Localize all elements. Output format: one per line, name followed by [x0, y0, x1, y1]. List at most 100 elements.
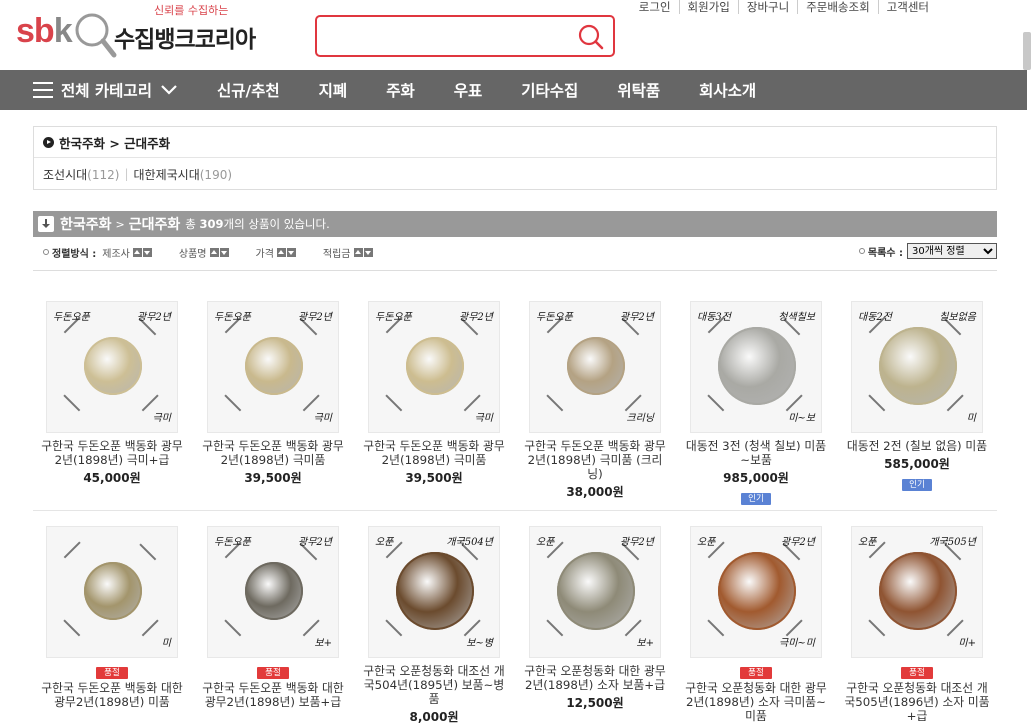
- handwritten-note: 오푼: [375, 537, 394, 548]
- product-image[interactable]: 두돈오푼 광무2년 극미: [368, 301, 500, 433]
- product-name[interactable]: 구한국 오푼청동화 대한 광무2년(1898년) 소자 극미품~미품: [681, 681, 831, 723]
- product-image[interactable]: 두돈오푼 광무2년 보+: [207, 526, 339, 658]
- nav-item-stamp[interactable]: 우표: [454, 79, 483, 101]
- sort-asc-icon[interactable]: [353, 247, 363, 257]
- product-price: 8,000원: [409, 710, 459, 724]
- handwritten-note: 오푼: [697, 537, 716, 548]
- nav-item-coin[interactable]: 주화: [386, 79, 415, 101]
- product-card[interactable]: 두돈오푼 광무2년 보+ 품절구한국 두돈오푼 백동화 대한광무2년(1898년) 보…: [198, 526, 348, 709]
- product-image[interactable]: 대동3전 청색칠보 미~보: [690, 301, 822, 433]
- handwritten-note: 두돈오푼: [53, 312, 90, 323]
- sort-desc-icon[interactable]: [286, 247, 296, 257]
- product-image[interactable]: 오푼 개국505년 미+: [851, 526, 983, 658]
- subcategory-daehan[interactable]: 대한제국시대(190): [134, 166, 233, 183]
- handwritten-note: 광무2년: [620, 537, 654, 548]
- subcategory-joseon[interactable]: 조선시대(112): [43, 166, 119, 183]
- sort-desc-icon[interactable]: [142, 247, 152, 257]
- product-name[interactable]: 구한국 오푼청동화 대한 광무2년(1898년) 소자 보품+급: [520, 664, 670, 692]
- handwritten-note: 광무2년: [620, 312, 654, 323]
- row-divider: [33, 510, 997, 511]
- product-card[interactable]: 오푼 개국504년 보~병구한국 오푼청동화 대조선 개국504년(1895년) 보…: [359, 526, 509, 725]
- product-image[interactable]: 오푼 광무2년 보+: [529, 526, 661, 658]
- handwritten-note: 광무2년: [137, 312, 171, 323]
- coin-image: [396, 552, 474, 630]
- product-card[interactable]: 두돈오푼 광무2년 극미구한국 두돈오푼 백동화 광무2년(1898년) 극미품 39…: [198, 301, 348, 486]
- cart-link[interactable]: 장바구니: [737, 0, 797, 14]
- product-image[interactable]: 두돈오푼 광무2년 극미: [207, 301, 339, 433]
- divider: [33, 270, 997, 271]
- product-name[interactable]: 구한국 두돈오푼 백동화 대한광무2년(1898년) 보품+급: [198, 681, 348, 709]
- subcategory-count: (112): [87, 167, 120, 182]
- product-name[interactable]: 구한국 두돈오푼 백동화 광무2년(1898년) 극미품 (크리닝): [520, 439, 670, 481]
- product-card[interactable]: 오푼 광무2년 극미~미 품절 구한국 오푼청동화 대한 광무2년(1898년) 소자 …: [681, 526, 831, 723]
- product-price: 39,500원: [244, 471, 302, 485]
- product-price: 39,500원: [405, 471, 463, 485]
- bullet-icon: [43, 249, 49, 255]
- product-image[interactable]: 오푼 광무2년 극미~미: [690, 526, 822, 658]
- subcategory-label: 조선시대: [43, 167, 88, 182]
- per-page-select[interactable]: 30개씩 정렬: [907, 243, 997, 259]
- product-image[interactable]: 미: [46, 526, 178, 658]
- holder-line: [946, 394, 964, 412]
- product-card[interactable]: 두돈오푼 광무2년 극미 구한국 두돈오푼 백동화 광무2년(1898년) 극미+급 4…: [37, 301, 187, 486]
- product-image[interactable]: 두돈오푼 광무2년 크리닝: [529, 301, 661, 433]
- handwritten-note: 보~병: [466, 638, 493, 649]
- customer-center-link[interactable]: 고객센터: [877, 0, 1031, 14]
- search-input[interactable]: [325, 23, 575, 49]
- product-name[interactable]: 구한국 두돈오푼 백동화 광무2년(1898년) 극미+급: [37, 439, 187, 467]
- sort-option-label: 적립금: [322, 248, 351, 260]
- nav-item-consignment[interactable]: 위탁품: [617, 79, 660, 101]
- product-name[interactable]: 대동전 2전 (칠보 없음) 미품: [842, 439, 992, 453]
- logo-sbk-s: sb: [16, 12, 55, 50]
- popular-badge: 인기: [902, 479, 932, 491]
- all-category-menu[interactable]: 전체 카테고리: [33, 70, 178, 110]
- order-tracking-link[interactable]: 주문배송조회: [797, 0, 877, 14]
- holder-line: [63, 541, 81, 559]
- product-card[interactable]: 오푼 개국505년 미+ 품절 구한국 오푼청동화 대조선 개국505년(1896년) …: [842, 526, 992, 723]
- product-name[interactable]: 구한국 두돈오푼 백동화 대한광무2년(1898년) 미품: [37, 681, 187, 709]
- sort-asc-icon[interactable]: [209, 247, 219, 257]
- soldout-badge: 품절: [257, 667, 289, 679]
- holder-line: [63, 394, 81, 412]
- site-logo[interactable]: 신뢰를 수집하는 sbk 수집뱅크코리아: [16, 2, 266, 64]
- product-name[interactable]: 구한국 두돈오푼 백동화 광무2년(1898년) 극미품: [198, 439, 348, 467]
- listing-cat2: 근대주화: [128, 217, 181, 233]
- listing-total-text: 총 309개의 상품이 있습니다.: [185, 217, 330, 231]
- nav-item-banknote[interactable]: 지폐: [319, 79, 348, 101]
- signup-link[interactable]: 회원가입: [678, 0, 738, 14]
- product-card[interactable]: 대동3전 청색칠보 미~보 대동전 3전 (청색 칠보) 미품~보품 985,000원 인…: [681, 301, 831, 505]
- product-name[interactable]: 구한국 오푼청동화 대조선 개국504년(1895년) 보품~병품: [359, 664, 509, 706]
- product-name[interactable]: 대동전 3전 (청색 칠보) 미품~보품: [681, 439, 831, 467]
- product-card[interactable]: 미 품절 구한국 두돈오푼 백동화 대한광무2년(1898년) 미품: [37, 526, 187, 709]
- main-nav: 전체 카테고리 신규/추천 지폐 주화 우표 기타수집 위탁품 회사소개: [0, 70, 1027, 110]
- sort-desc-icon[interactable]: [363, 247, 373, 257]
- login-link[interactable]: 로그인: [631, 0, 679, 14]
- product-image[interactable]: 두돈오푼 광무2년 극미: [46, 301, 178, 433]
- product-card[interactable]: 두돈오푼 광무2년 크리닝 구한국 두돈오푼 백동화 광무2년(1898년) 극미품 …: [520, 301, 670, 500]
- product-card[interactable]: 오푼 광무2년 보+ 구한국 오푼청동화 대한 광무2년(1898년) 소자 보품+급…: [520, 526, 670, 711]
- handwritten-note: 극미: [474, 413, 493, 424]
- product-image[interactable]: 대동2전 칠보없음 미: [851, 301, 983, 433]
- search-icon[interactable]: [577, 23, 605, 51]
- page-scrollbar[interactable]: [1023, 32, 1031, 70]
- holder-line: [868, 394, 886, 412]
- top-links: 로그인 회원가입 장바구니 주문배송조회 고객센터: [631, 0, 1031, 16]
- product-price: 45,000원: [83, 471, 141, 485]
- product-card[interactable]: 두돈오푼 광무2년 극미구한국 두돈오푼 백동화 광무2년(1898년) 극미품 39…: [359, 301, 509, 486]
- sort-desc-icon[interactable]: [219, 247, 229, 257]
- nav-item-new[interactable]: 신규/추천: [217, 79, 280, 101]
- breadcrumb-path: 한국주화 > 근대주화: [59, 135, 171, 151]
- product-card[interactable]: 대동2전 칠보없음 미 대동전 2전 (칠보 없음) 미품 585,000원 인기: [842, 301, 992, 491]
- holder-line: [139, 543, 157, 561]
- sort-asc-icon[interactable]: [276, 247, 286, 257]
- logo-brand-text: 수집뱅크코리아: [114, 27, 256, 53]
- handwritten-note: 미+: [958, 638, 976, 649]
- sort-asc-icon[interactable]: [132, 247, 142, 257]
- product-image[interactable]: 오푼 개국504년 보~병: [368, 526, 500, 658]
- product-name[interactable]: 구한국 오푼청동화 대조선 개국505년(1896년) 소자 미품+급: [842, 681, 992, 723]
- nav-item-etc[interactable]: 기타수집: [521, 79, 578, 101]
- nav-item-about[interactable]: 회사소개: [699, 79, 756, 101]
- holder-line: [385, 619, 403, 637]
- handwritten-note: 두돈오푼: [536, 312, 573, 323]
- product-name[interactable]: 구한국 두돈오푼 백동화 광무2년(1898년) 극미품: [359, 439, 509, 467]
